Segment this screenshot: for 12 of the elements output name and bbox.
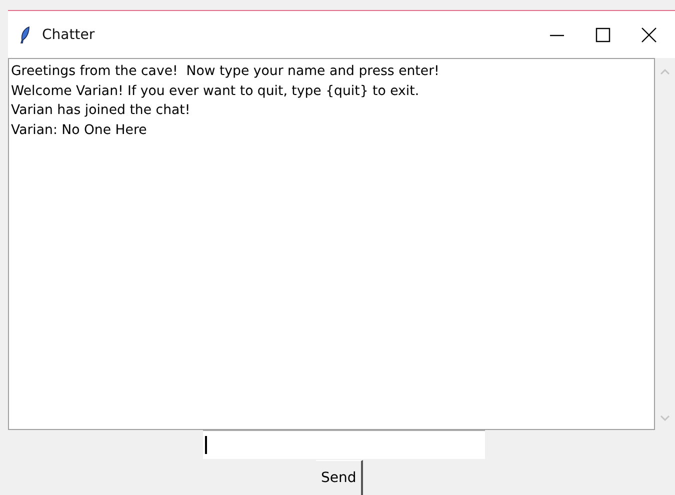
window-title: Chatter (42, 26, 95, 42)
chat-message: Welcome Varian! If you ever want to quit, type {quit} to exit. (11, 82, 420, 100)
maximize-icon[interactable] (595, 26, 611, 42)
send-button[interactable]: Send (316, 460, 364, 495)
close-icon[interactable] (641, 26, 657, 42)
chat-message: Varian: No One Here (11, 122, 148, 140)
chat-message: Varian has joined the chat! (11, 102, 192, 120)
scroll-up-icon[interactable] (660, 68, 670, 76)
feather-icon (20, 26, 30, 44)
chat-message: Greetings from the cave! Now type your name and press enter! (11, 63, 440, 81)
scroll-down-icon[interactable] (660, 414, 670, 422)
message-input[interactable] (203, 430, 485, 459)
